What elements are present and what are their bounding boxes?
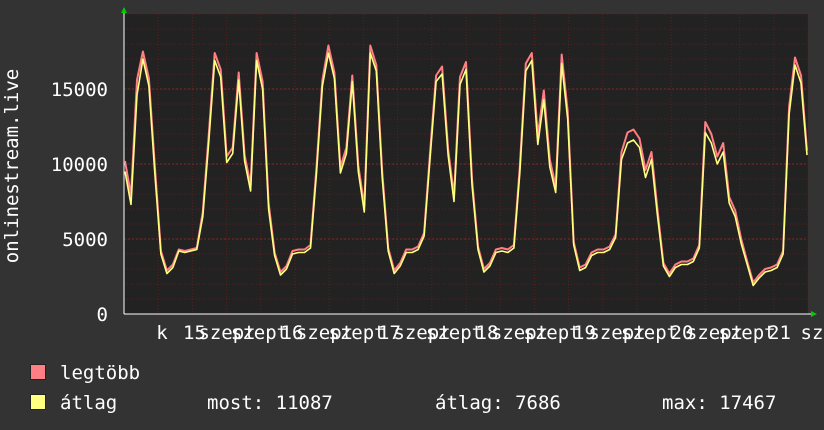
y-tick-label: 0 <box>97 304 108 326</box>
x-tick-label: szept <box>231 322 288 344</box>
x-tick-label: szept <box>523 322 580 344</box>
stat-current: most: 11087 <box>207 392 333 414</box>
x-tick-label: k <box>156 322 168 344</box>
stat-max-label: max: <box>662 392 708 414</box>
stat-max-value: 17467 <box>719 392 777 414</box>
x-tick-label: szept <box>718 322 775 344</box>
y-tick-label: 15000 <box>51 79 108 101</box>
y-tick-label: 5000 <box>62 229 108 251</box>
x-axis-arrow-icon <box>811 311 817 317</box>
stat-average-label: átlag: <box>435 392 504 414</box>
stat-average-value: 7686 <box>515 392 561 414</box>
y-axis-arrow-icon <box>121 7 127 13</box>
grid-lines <box>123 13 809 315</box>
x-tick-label: szept <box>426 322 483 344</box>
stat-average: átlag: 7686 <box>435 392 561 414</box>
legend-swatch-legtobb <box>30 364 46 380</box>
x-tick-label: szept <box>621 322 678 344</box>
stat-current-label: most: <box>207 392 265 414</box>
stat-current-value: 11087 <box>275 392 333 414</box>
x-axis: k 15szeptszept16szeptszept17szeptszept18s… <box>156 322 823 344</box>
legend-label-legtobb: legtöbb <box>60 362 141 384</box>
y-tick-label: 10000 <box>51 154 108 176</box>
x-tick-label: 21 <box>768 322 791 344</box>
x-tick-label: szept <box>328 322 385 344</box>
legend-item-legtobb: legtöbb <box>30 362 140 384</box>
x-tick-label: sz <box>801 322 824 344</box>
legend-swatch-atlag <box>30 394 46 410</box>
stat-max: max: 17467 <box>662 392 776 414</box>
legend-label-atlag: átlag <box>60 392 118 414</box>
y-axis-title: onlinestream.live <box>1 68 23 264</box>
legend-item-atlag: átlag <box>30 392 117 414</box>
